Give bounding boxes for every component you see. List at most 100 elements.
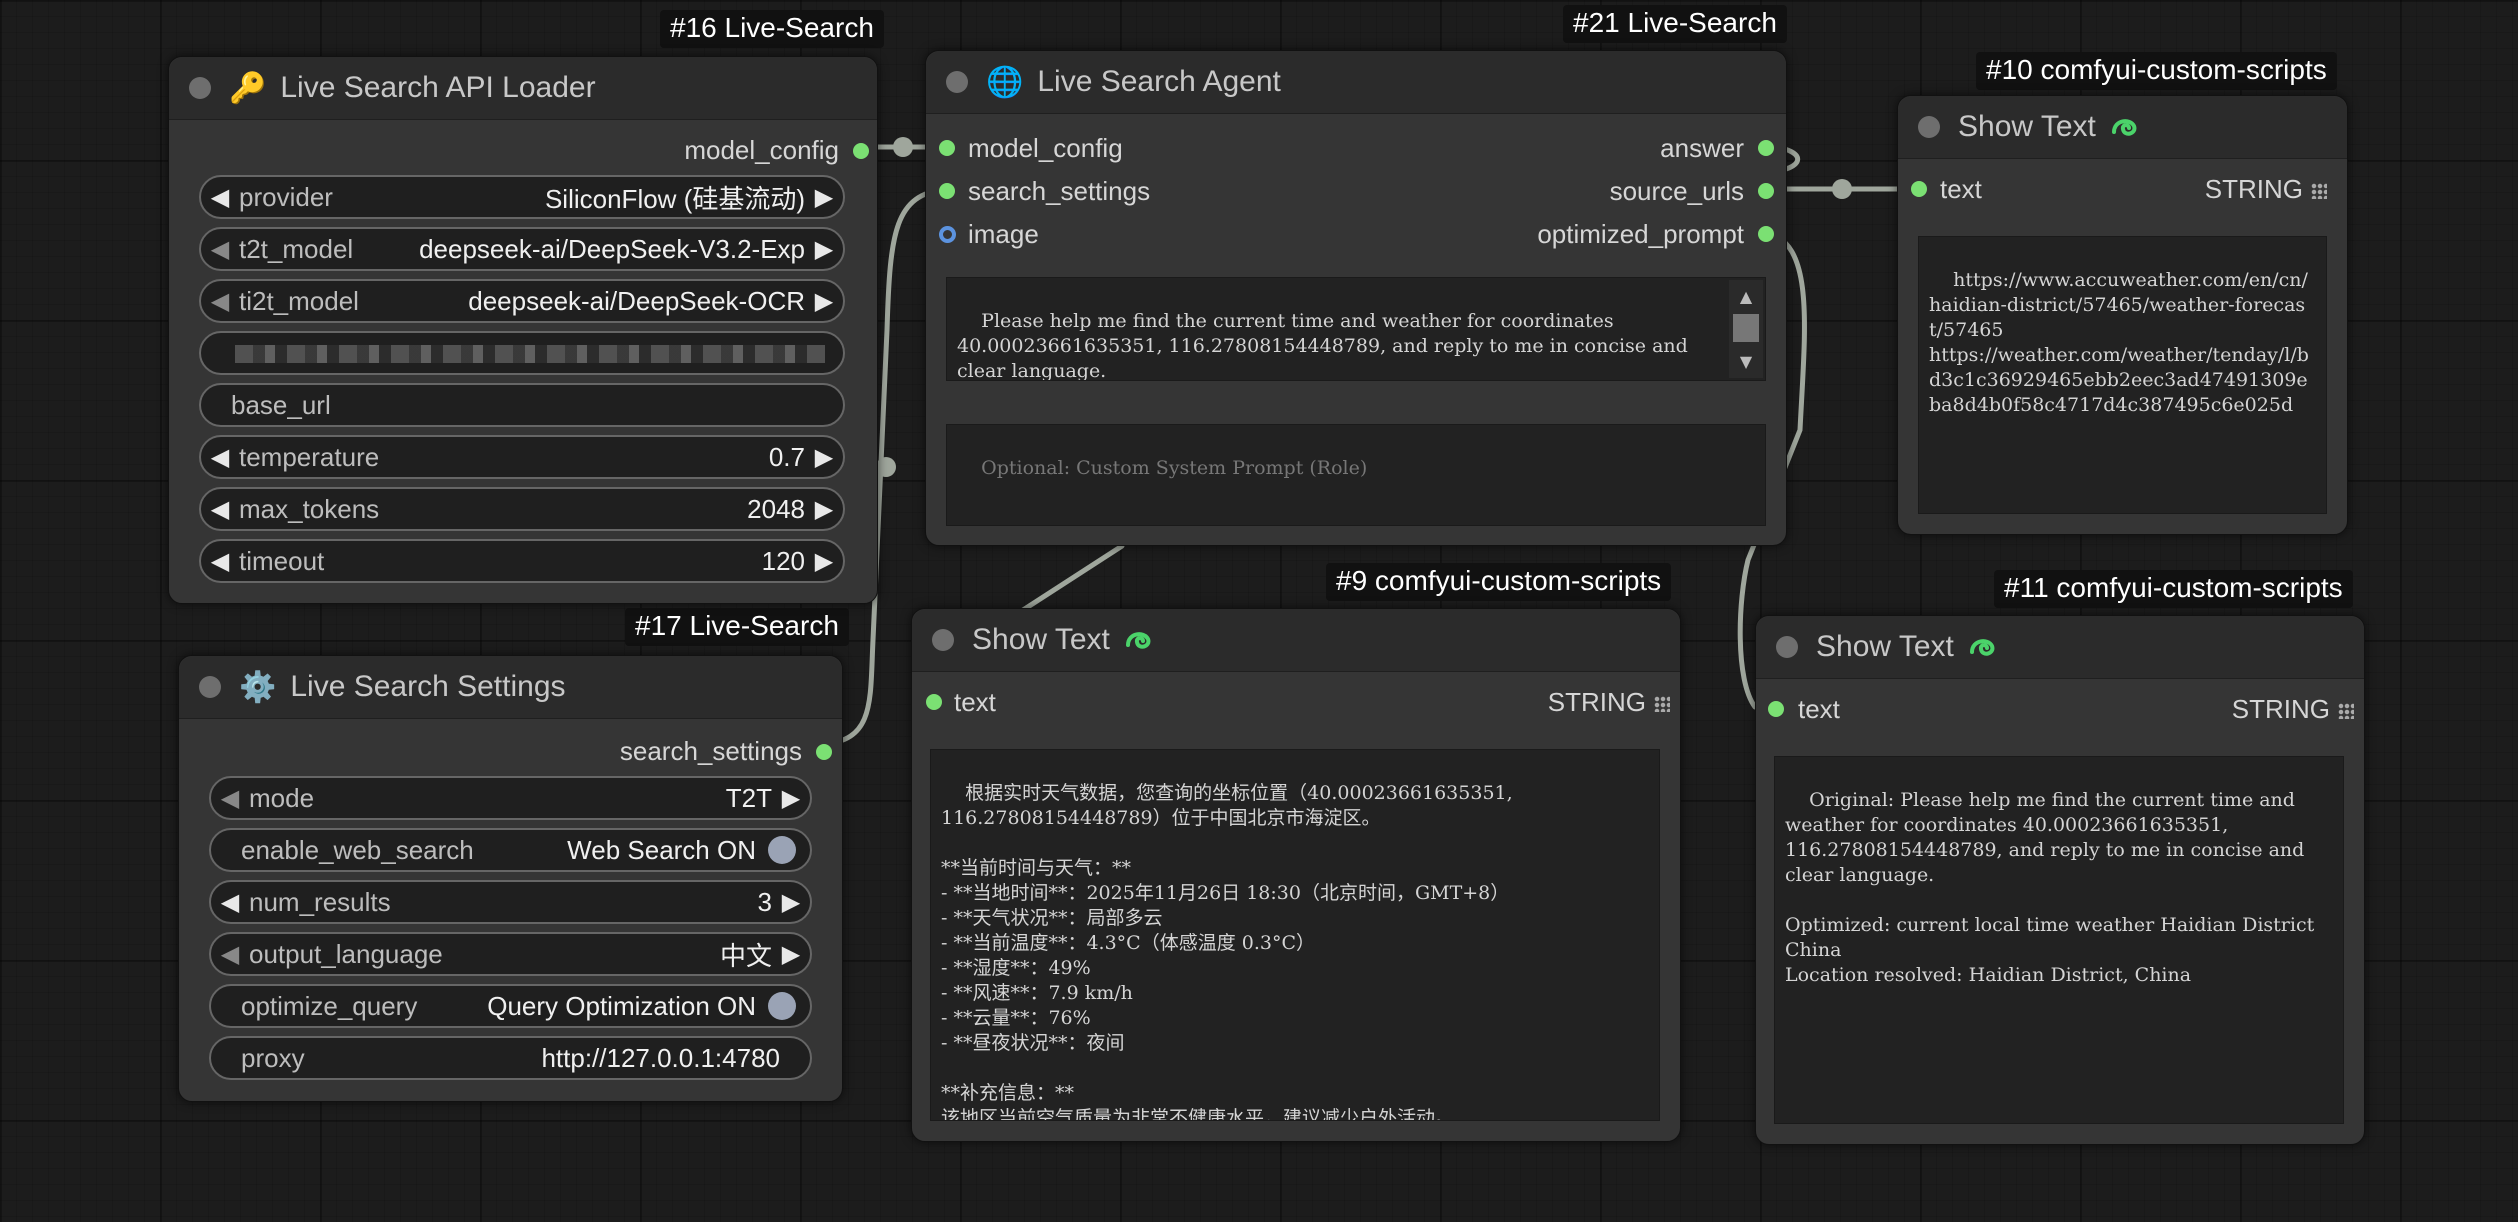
chevron-left-icon[interactable]: ◀ <box>201 495 239 524</box>
chevron-left-icon[interactable]: ◀ <box>201 443 239 472</box>
search-settings-node[interactable]: ⚙️ Live Search Settings search_settings … <box>178 655 843 1102</box>
enable-web-search-toggle[interactable]: enable_web_search Web Search ON <box>209 828 812 872</box>
input-pin-model-config[interactable] <box>939 140 955 156</box>
grid-icon <box>2311 183 2327 200</box>
node-title-bar[interactable]: Show Text <box>1756 616 2364 679</box>
ti2t-model-combo[interactable]: ◀ ti2t_model deepseek-ai/DeepSeek-OCR ▶ <box>199 279 845 323</box>
grid-icon <box>2338 703 2354 720</box>
node-title: Live Search Agent <box>1037 65 1281 98</box>
base-url-field[interactable]: base_url <box>199 383 845 427</box>
output-pin-answer[interactable] <box>1758 140 1774 156</box>
optimize-query-toggle[interactable]: optimize_query Query Optimization ON <box>209 984 812 1028</box>
output-pin-source-urls[interactable] <box>1758 183 1774 199</box>
temperature-number[interactable]: ◀ temperature 0.7 ▶ <box>199 435 845 479</box>
show-text-node-10[interactable]: Show Text text STRING https://www.accuwe… <box>1897 95 2348 535</box>
chevron-right-icon[interactable]: ▶ <box>772 940 810 969</box>
input-pin-text[interactable] <box>926 694 942 710</box>
chevron-right-icon[interactable]: ▶ <box>805 495 843 524</box>
output-label-answer: answer <box>1660 133 1744 163</box>
collapse-dot[interactable] <box>1918 116 1940 138</box>
collapse-dot[interactable] <box>189 77 211 99</box>
output-language-combo[interactable]: ◀ output_language 中文 ▶ <box>209 932 812 976</box>
node-title-bar[interactable]: 🔑 Live Search API Loader <box>169 57 877 120</box>
show-text-node-9[interactable]: Show Text text STRING 根据实时天气数据，您查询的坐标位置（… <box>911 608 1681 1142</box>
chevron-right-icon[interactable]: ▶ <box>805 547 843 576</box>
grid-icon <box>1654 696 1670 713</box>
node-title: Live Search Settings <box>290 670 566 703</box>
provider-combo[interactable]: ◀ provider SiliconFlow (硅基流动) ▶ <box>199 175 845 219</box>
node-title-bar[interactable]: 🌐 Live Search Agent <box>926 51 1786 114</box>
timeout-number[interactable]: ◀ timeout 120 ▶ <box>199 539 845 583</box>
input-pin-search-settings[interactable] <box>939 183 955 199</box>
node-badge-11: #11 comfyui-custom-scripts <box>1994 570 2353 608</box>
collapse-dot[interactable] <box>1776 636 1798 658</box>
api-key-field[interactable] <box>199 331 845 375</box>
max-tokens-number[interactable]: ◀ max_tokens 2048 ▶ <box>199 487 845 531</box>
chevron-left-icon[interactable]: ◀ <box>201 183 239 212</box>
scroll-up-icon[interactable]: ▲ <box>1729 284 1763 309</box>
chevron-right-icon[interactable]: ▶ <box>805 183 843 212</box>
input-label-image: image <box>968 219 1039 249</box>
output-pin[interactable] <box>853 143 869 159</box>
input-pin-text[interactable] <box>1911 181 1927 197</box>
collapse-dot[interactable] <box>932 629 954 651</box>
output-pin[interactable] <box>816 744 832 760</box>
node-title: Show Text <box>1816 630 1954 663</box>
chevron-left-icon[interactable]: ◀ <box>201 287 239 316</box>
prompt-text: Please help me find the current time and… <box>957 310 1694 381</box>
output-label: search_settings <box>619 736 802 766</box>
collapse-dot[interactable] <box>199 676 221 698</box>
system-prompt-textarea[interactable]: Optional: Custom System Prompt (Role) <box>946 424 1766 526</box>
custom-scripts-icon <box>1969 639 1995 656</box>
chevron-right-icon[interactable]: ▶ <box>805 235 843 264</box>
type-label: STRING <box>2205 174 2327 204</box>
node-title: Live Search API Loader <box>280 71 596 104</box>
input-label-text: text <box>1798 694 1840 724</box>
prompt-scrollbar[interactable]: ▲ ▼ <box>1729 280 1763 378</box>
key-icon: 🔑 <box>229 71 267 105</box>
input-label-text: text <box>954 687 996 717</box>
chevron-right-icon[interactable]: ▶ <box>805 443 843 472</box>
link-answer-to-show9 <box>1017 543 1125 615</box>
chevron-left-icon[interactable]: ◀ <box>211 888 249 917</box>
node-title: Show Text <box>1958 110 2096 143</box>
num-results-number[interactable]: ◀ num_results 3 ▶ <box>209 880 812 924</box>
output-text-area[interactable]: https://www.accuweather.com/en/cn/haidia… <box>1918 236 2327 514</box>
node-title-bar[interactable]: ⚙️ Live Search Settings <box>179 656 842 719</box>
node-badge-17: #17 Live-Search <box>625 608 849 646</box>
scroll-thumb[interactable] <box>1733 314 1759 342</box>
output-label-source-urls: source_urls <box>1609 176 1744 206</box>
node-title-bar[interactable]: Show Text <box>912 609 1680 672</box>
search-agent-node[interactable]: 🌐 Live Search Agent model_config search_… <box>925 50 1787 546</box>
chevron-left-icon[interactable]: ◀ <box>211 940 249 969</box>
chevron-left-icon[interactable]: ◀ <box>211 784 249 813</box>
prompt-textarea[interactable]: Please help me find the current time and… <box>946 277 1766 381</box>
input-pin-text[interactable] <box>1768 701 1784 717</box>
output-text-area[interactable]: 根据实时天气数据，您查询的坐标位置（40.00023661635351, 116… <box>930 749 1660 1121</box>
api-loader-node[interactable]: 🔑 Live Search API Loader model_config ◀ … <box>168 56 878 604</box>
scroll-down-icon[interactable]: ▼ <box>1729 349 1763 374</box>
source-urls-text: https://www.accuweather.com/en/cn/haidia… <box>1929 269 2309 416</box>
output-text-area[interactable]: Original: Please help me find the curren… <box>1774 756 2344 1124</box>
chevron-left-icon[interactable]: ◀ <box>201 235 239 264</box>
chevron-left-icon[interactable]: ◀ <box>201 547 239 576</box>
redacted-api-key <box>235 345 825 363</box>
proxy-field[interactable]: proxy http://127.0.0.1:4780 <box>209 1036 812 1080</box>
toggle-knob-icon[interactable] <box>768 836 796 864</box>
output-pin-optimized-prompt[interactable] <box>1758 226 1774 242</box>
system-prompt-placeholder: Optional: Custom System Prompt (Role) <box>981 457 1368 479</box>
toggle-knob-icon[interactable] <box>768 992 796 1020</box>
chevron-right-icon[interactable]: ▶ <box>805 287 843 316</box>
collapse-dot[interactable] <box>946 71 968 93</box>
chevron-right-icon[interactable]: ▶ <box>772 888 810 917</box>
show-text-node-11[interactable]: Show Text text STRING Original: Please h… <box>1755 615 2365 1145</box>
mode-combo[interactable]: ◀ mode T2T ▶ <box>209 776 812 820</box>
chevron-right-icon[interactable]: ▶ <box>772 784 810 813</box>
output-label: model_config <box>684 135 839 165</box>
t2t-model-combo[interactable]: ◀ t2t_model deepseek-ai/DeepSeek-V3.2-Ex… <box>199 227 845 271</box>
type-label: STRING <box>2232 694 2354 724</box>
node-title-bar[interactable]: Show Text <box>1898 96 2347 159</box>
custom-scripts-icon <box>1125 632 1151 649</box>
node-badge-9: #9 comfyui-custom-scripts <box>1326 563 1672 601</box>
input-pin-image[interactable] <box>939 226 956 243</box>
